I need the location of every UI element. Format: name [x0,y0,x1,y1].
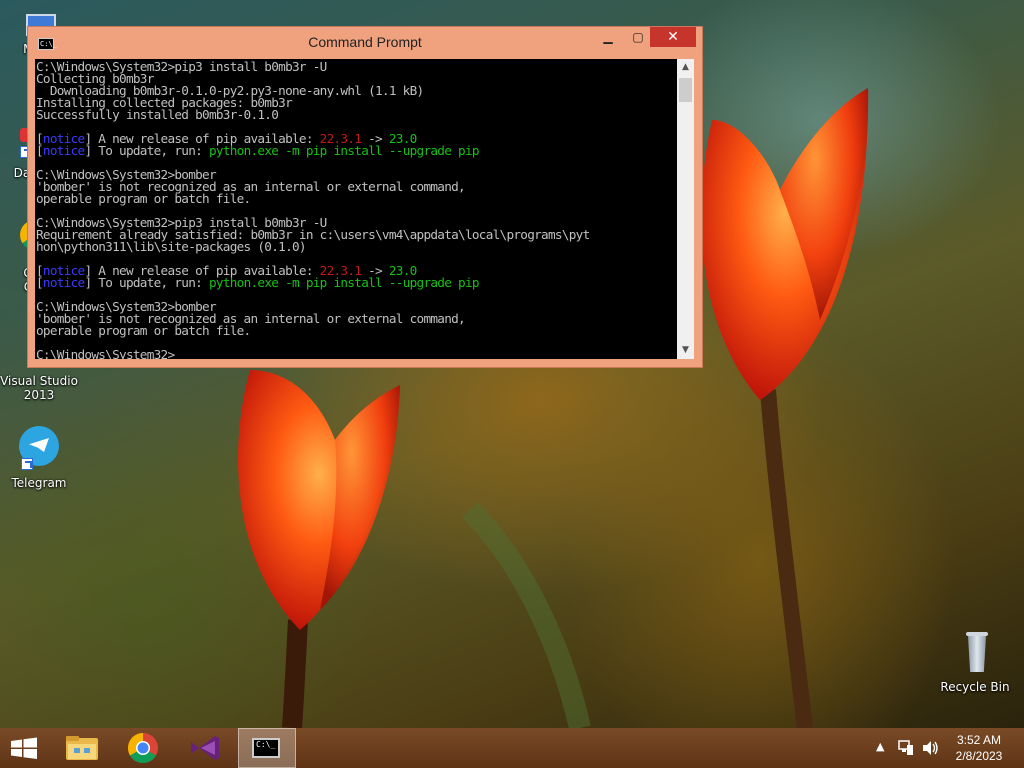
close-button[interactable]: ✕ [650,27,696,47]
desktop-icon-label: 2013 [23,388,55,402]
recycle-bin-icon [953,630,997,674]
vertical-scrollbar[interactable]: ▲ ▼ [677,59,694,359]
minimize-button[interactable]: ▁ [594,27,622,47]
console-segment: Successfully installed b0mb3r-0.1.0 [36,107,279,122]
console-line: operable program or batch file. [36,191,677,206]
desktop-icon-label: Recycle Bin [940,680,1010,694]
command-prompt-window[interactable]: C:\_ Command Prompt ▁ ▢ ✕ C:\Windows\Sys… [27,26,703,368]
console-line: [notice] To update, run: python.exe -m p… [36,275,677,290]
console-segment: operable program or batch file. [36,191,251,206]
console-segment: [ [36,275,44,290]
console-segment: operable program or batch file. [36,323,251,338]
scroll-thumb[interactable] [679,78,692,102]
taskbar-command-prompt[interactable]: C:\_ [238,728,296,768]
desktop-icon-label: Visual Studio [0,374,78,388]
folder-icon [66,736,98,760]
maximize-button[interactable]: ▢ [624,27,652,47]
taskbar: C:\_ ▲ 3:52 AM 2/8/2023 [0,728,1024,768]
taskbar-file-explorer[interactable] [54,728,110,768]
clock-date: 2/8/2023 [955,749,1003,763]
desktop-icon-telegram[interactable]: Telegram [0,424,81,490]
taskbar-chrome[interactable] [115,728,171,768]
console-output[interactable]: C:\Windows\System32>pip3 install b0mb3r … [35,59,677,359]
clock-time: 3:52 AM [956,733,1002,747]
console-segment: ] To update, run: [84,275,209,290]
console-segment: hon\python311\lib\site-packages (0.1.0) [36,239,307,254]
console-segment: python.exe -m pip install --upgrade pip [208,275,480,290]
console-line: hon\python311\lib\site-packages (0.1.0) [36,239,677,254]
scroll-up-icon[interactable]: ▲ [677,59,694,76]
windows-logo-icon [11,737,37,759]
desktop-icon-recycle-bin[interactable]: Recycle Bin [933,630,1017,694]
taskbar-clock[interactable]: 3:52 AM 2/8/2023 [944,732,1014,764]
console-segment: [ [36,143,44,158]
console-line: [notice] To update, run: python.exe -m p… [36,143,677,158]
scroll-down-icon[interactable]: ▼ [677,342,694,359]
taskbar-visual-studio[interactable] [177,728,233,768]
cmd-icon: C:\_ [252,738,280,758]
network-icon[interactable] [898,739,914,760]
shortcut-arrow-icon [21,458,33,470]
chrome-icon [127,733,158,764]
console-text: C:\Windows\System32>pip3 install b0mb3r … [35,59,677,359]
window-titlebar[interactable]: C:\_ Command Prompt ▁ ▢ ✕ [28,27,702,59]
visual-studio-icon [191,736,219,760]
console-line: Successfully installed b0mb3r-0.1.0 [36,107,677,122]
console-line: C:\Windows\System32> [36,347,677,359]
console-segment: C:\Windows\System32> [36,347,175,359]
left-tulip-stem [282,619,308,728]
start-button[interactable] [0,728,48,768]
desktop-icon-label: Telegram [11,476,67,490]
volume-icon[interactable] [921,739,939,760]
console-segment: ] To update, run: [84,143,209,158]
console-line: operable program or batch file. [36,323,677,338]
telegram-icon [17,424,61,470]
show-hidden-icons-button[interactable]: ▲ [876,740,884,753]
console-segment: notice [42,275,85,290]
console-segment: notice [42,143,85,158]
right-tulip-stem [760,389,813,728]
console-segment: python.exe -m pip install --upgrade pip [208,143,480,158]
